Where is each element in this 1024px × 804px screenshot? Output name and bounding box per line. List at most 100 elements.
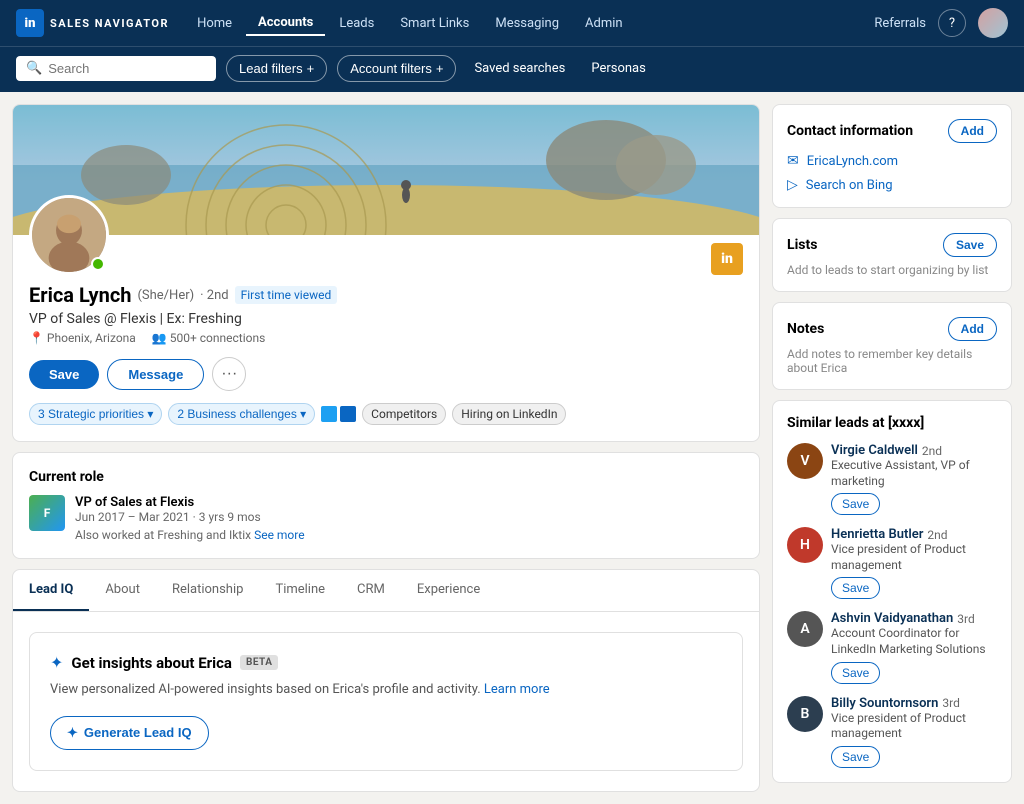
personas-link[interactable]: Personas (583, 57, 654, 80)
tab-about[interactable]: About (89, 570, 156, 611)
contact-links: ✉ EricaLynch.com ▷ Search on Bing (787, 153, 997, 193)
tab-crm[interactable]: CRM (341, 570, 401, 611)
nav-link-smartlinks[interactable]: Smart Links (388, 12, 481, 35)
plus-icon: + (307, 61, 315, 76)
notes-card: Notes Add Add notes to remember key deta… (772, 302, 1012, 390)
lead-title-3: Vice president of Product management (831, 711, 997, 742)
company-logo: F (29, 495, 65, 531)
lead-iq-header: ✦ Get insights about Erica BETA (50, 653, 722, 672)
tab-relationship[interactable]: Relationship (156, 570, 259, 611)
action-buttons-row: Save Message ··· (29, 357, 743, 391)
avatar-wrapper (29, 195, 109, 275)
top-navigation: in SALES NAVIGATOR Home Accounts Leads S… (0, 0, 1024, 46)
lead-name-3[interactable]: Billy Sountornsorn (831, 696, 938, 711)
account-filters-button[interactable]: Account filters + (337, 55, 456, 82)
tab-content-lead-iq: ✦ Get insights about Erica BETA View per… (13, 612, 759, 791)
search-input[interactable] (48, 61, 206, 76)
nav-link-messaging[interactable]: Messaging (483, 12, 571, 35)
nav-link-admin[interactable]: Admin (573, 12, 635, 35)
similar-leads-list: V Virgie Caldwell 2nd Executive Assistan… (787, 443, 997, 768)
profile-name: Erica Lynch (29, 283, 131, 307)
add-note-button[interactable]: Add (948, 317, 997, 341)
save-lead-0-button[interactable]: Save (831, 493, 880, 515)
role-item: F VP of Sales at Flexis Jun 2017 – Mar 2… (29, 495, 743, 542)
save-lead-2-button[interactable]: Save (831, 662, 880, 684)
competitors-tag: Competitors (362, 403, 446, 425)
lead-name-0[interactable]: Virgie Caldwell (831, 443, 918, 458)
hiring-tag: Hiring on LinkedIn (452, 403, 566, 425)
referrals-link[interactable]: Referrals (874, 16, 926, 31)
lead-info-0: Virgie Caldwell 2nd Executive Assistant,… (831, 443, 997, 515)
profile-card: in Erica Lynch (She/Her) · 2nd First tim… (12, 104, 760, 442)
tab-experience[interactable]: Experience (401, 570, 496, 611)
more-options-button[interactable]: ··· (212, 357, 246, 391)
add-contact-button[interactable]: Add (948, 119, 997, 143)
filter-bar: 🔍 Lead filters + Account filters + Saved… (0, 46, 1024, 92)
similar-lead-item: B Billy Sountornsorn 3rd Vice president … (787, 696, 997, 768)
save-button[interactable]: Save (29, 360, 99, 389)
lead-degree-2: 3rd (957, 612, 974, 626)
cover-photo (13, 105, 759, 235)
saved-searches-link[interactable]: Saved searches (466, 57, 573, 80)
similar-lead-item: V Virgie Caldwell 2nd Executive Assistan… (787, 443, 997, 515)
business-challenges-tag[interactable]: 2 Business challenges ▾ (168, 403, 315, 425)
lead-title-1: Vice president of Product management (831, 542, 997, 573)
save-lead-1-button[interactable]: Save (831, 577, 880, 599)
lists-subtext: Add to leads to start organizing by list (787, 263, 997, 277)
profile-pronouns: (She/Her) (137, 288, 194, 303)
website-link[interactable]: ✉ EricaLynch.com (787, 153, 997, 169)
beta-badge: BETA (240, 655, 279, 670)
lead-avatar-1[interactable]: H (787, 527, 823, 563)
strategic-priorities-tag[interactable]: 3 Strategic priorities ▾ (29, 403, 162, 425)
nav-right: Referrals ? (874, 8, 1008, 38)
main-content: in Erica Lynch (She/Her) · 2nd First tim… (0, 92, 1024, 804)
bing-search-link[interactable]: ▷ Search on Bing (787, 177, 997, 193)
lead-avatar-0[interactable]: V (787, 443, 823, 479)
linkedin-badge[interactable]: in (711, 243, 743, 275)
profile-info-section: in Erica Lynch (She/Her) · 2nd First tim… (13, 235, 759, 441)
tab-timeline[interactable]: Timeline (259, 570, 341, 611)
see-more-link[interactable]: See more (254, 528, 305, 542)
learn-more-link[interactable]: Learn more (484, 682, 550, 697)
message-button[interactable]: Message (107, 359, 204, 390)
lead-filters-button[interactable]: Lead filters + (226, 55, 327, 82)
search-box[interactable]: 🔍 (16, 56, 216, 81)
lead-degree-0: 2nd (922, 444, 942, 458)
tab-lead-iq[interactable]: Lead IQ (13, 570, 89, 611)
lead-name-2[interactable]: Ashvin Vaidyanathan (831, 611, 953, 626)
tabs-list: Lead IQ About Relationship Timeline CRM … (13, 570, 759, 612)
lead-title-2: Account Coordinator for LinkedIn Marketi… (831, 626, 997, 657)
profile-name-row: Erica Lynch (She/Her) · 2nd First time v… (29, 283, 743, 307)
generate-icon: ✦ (67, 725, 78, 741)
role-title: VP of Sales at Flexis (75, 495, 305, 510)
profile-degree: · 2nd (200, 288, 228, 303)
role-details: VP of Sales at Flexis Jun 2017 – Mar 202… (75, 495, 305, 542)
user-avatar[interactable] (978, 8, 1008, 38)
generate-lead-iq-button[interactable]: ✦ Generate Lead IQ (50, 716, 209, 750)
contact-info-card: Contact information Add ✉ EricaLynch.com… (772, 104, 1012, 208)
lead-info-2: Ashvin Vaidyanathan 3rd Account Coordina… (831, 611, 997, 683)
lead-avatar-3[interactable]: B (787, 696, 823, 732)
lead-iq-panel: ✦ Get insights about Erica BETA View per… (29, 632, 743, 771)
lead-avatar-2[interactable]: A (787, 611, 823, 647)
first-time-viewed-badge: First time viewed (235, 286, 338, 304)
plus-icon-2: + (436, 61, 444, 76)
profile-area: in Erica Lynch (She/Her) · 2nd First tim… (12, 104, 760, 792)
lead-degree-1: 2nd (927, 528, 947, 542)
lead-iq-title: Get insights about Erica (71, 654, 232, 672)
save-list-button[interactable]: Save (943, 233, 997, 257)
nav-link-leads[interactable]: Leads (327, 12, 386, 35)
profile-location: 📍 Phoenix, Arizona (29, 331, 136, 345)
online-indicator (91, 257, 105, 271)
lists-card: Lists Save Add to leads to start organiz… (772, 218, 1012, 292)
lead-name-1[interactable]: Henrietta Butler (831, 527, 923, 542)
logo-icon: in (16, 9, 44, 37)
tabs-container: Lead IQ About Relationship Timeline CRM … (12, 569, 760, 792)
contact-info-title: Contact information (787, 123, 913, 139)
save-lead-3-button[interactable]: Save (831, 746, 880, 768)
nav-link-accounts[interactable]: Accounts (246, 11, 325, 36)
profile-connections: 👥 500+ connections (152, 331, 265, 345)
help-button[interactable]: ? (938, 9, 966, 37)
logo[interactable]: in SALES NAVIGATOR (16, 9, 169, 37)
nav-link-home[interactable]: Home (185, 12, 244, 35)
